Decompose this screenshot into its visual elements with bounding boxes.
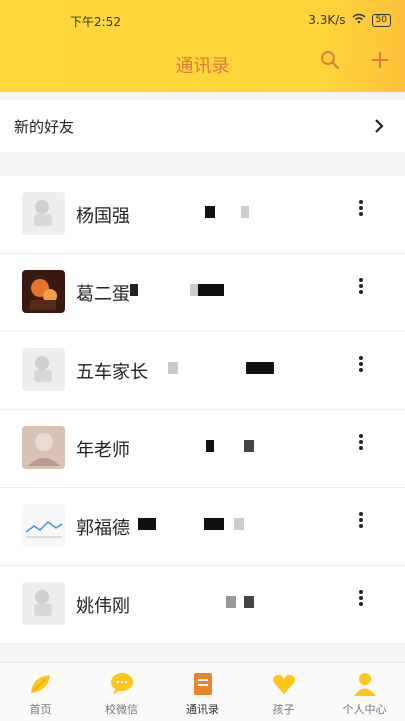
contact-row[interactable]: 郭福德 (0, 488, 405, 566)
more-options-button[interactable] (355, 354, 367, 384)
new-friends-label: 新的好友 (14, 117, 75, 136)
bottom-tab-bar: 首页 校微信 通讯录 孩子 个人中心 (0, 662, 405, 721)
contact-row[interactable]: 姚伟刚 (0, 566, 405, 644)
contact-name: 葛二蛋 (76, 284, 130, 305)
status-icons: 3.3K/s 50 (308, 13, 391, 27)
avatar (22, 270, 65, 313)
more-options-button[interactable] (355, 510, 367, 540)
battery-icon: 50 (371, 13, 391, 27)
avatar (22, 348, 65, 391)
contact-name: 年老师 (76, 440, 130, 461)
person-icon (354, 673, 376, 696)
heart-icon (273, 674, 295, 694)
more-options-button[interactable] (355, 198, 367, 228)
contact-name: 五车家长 (76, 362, 148, 383)
contact-row[interactable]: 五车家长 (0, 332, 405, 410)
contact-row[interactable]: 葛二蛋 (0, 254, 405, 332)
add-button[interactable] (366, 46, 394, 74)
redacted-text (170, 596, 260, 608)
header: 下午2:52 3.3K/s 50 通讯录 (0, 0, 405, 92)
tab-label: 首页 (29, 703, 52, 716)
chevron-right-icon (375, 119, 384, 133)
avatar (22, 426, 65, 469)
leaf-icon (31, 675, 50, 693)
tab-contacts[interactable]: 通讯录 (162, 663, 243, 721)
wifi-icon (352, 13, 366, 27)
search-icon (321, 51, 340, 70)
page-title: 通讯录 (175, 56, 230, 77)
avatar (22, 504, 65, 547)
redacted-text (138, 518, 258, 530)
status-bar: 下午2:52 3.3K/s 50 (0, 10, 405, 32)
avatar (22, 582, 65, 625)
new-friends-row[interactable]: 新的好友 (0, 100, 405, 152)
tab-label: 个人中心 (342, 703, 387, 716)
redacted-text (175, 206, 255, 218)
more-options-button[interactable] (355, 432, 367, 462)
tab-school-wechat[interactable]: 校微信 (81, 663, 162, 721)
chat-bubble-icon (111, 673, 133, 695)
search-button[interactable] (316, 46, 344, 74)
tab-label: 校微信 (105, 703, 138, 716)
contact-row[interactable]: 杨国强 (0, 176, 405, 254)
status-time: 下午2:52 (70, 15, 121, 29)
contact-name: 姚伟刚 (76, 596, 130, 617)
redacted-text (150, 440, 260, 452)
contact-row[interactable]: 年老师 (0, 410, 405, 488)
tab-profile[interactable]: 个人中心 (324, 663, 405, 721)
redacted-text (160, 362, 275, 374)
contact-name: 杨国强 (76, 206, 130, 227)
network-speed: 3.3K/s (308, 13, 346, 27)
more-options-button[interactable] (355, 276, 367, 306)
tab-label: 通讯录 (186, 703, 219, 716)
tab-home[interactable]: 首页 (0, 663, 81, 721)
contact-name: 郭福德 (76, 518, 130, 539)
contacts-book-icon (194, 673, 212, 695)
more-options-button[interactable] (355, 588, 367, 618)
tab-children[interactable]: 孩子 (243, 663, 324, 721)
contact-list: 杨国强 葛二蛋 五车家长 年老师 郭福德 姚伟刚 (0, 176, 405, 644)
plus-icon (372, 52, 388, 68)
redacted-text (130, 284, 240, 296)
tab-label: 孩子 (272, 703, 295, 716)
avatar (22, 192, 65, 235)
